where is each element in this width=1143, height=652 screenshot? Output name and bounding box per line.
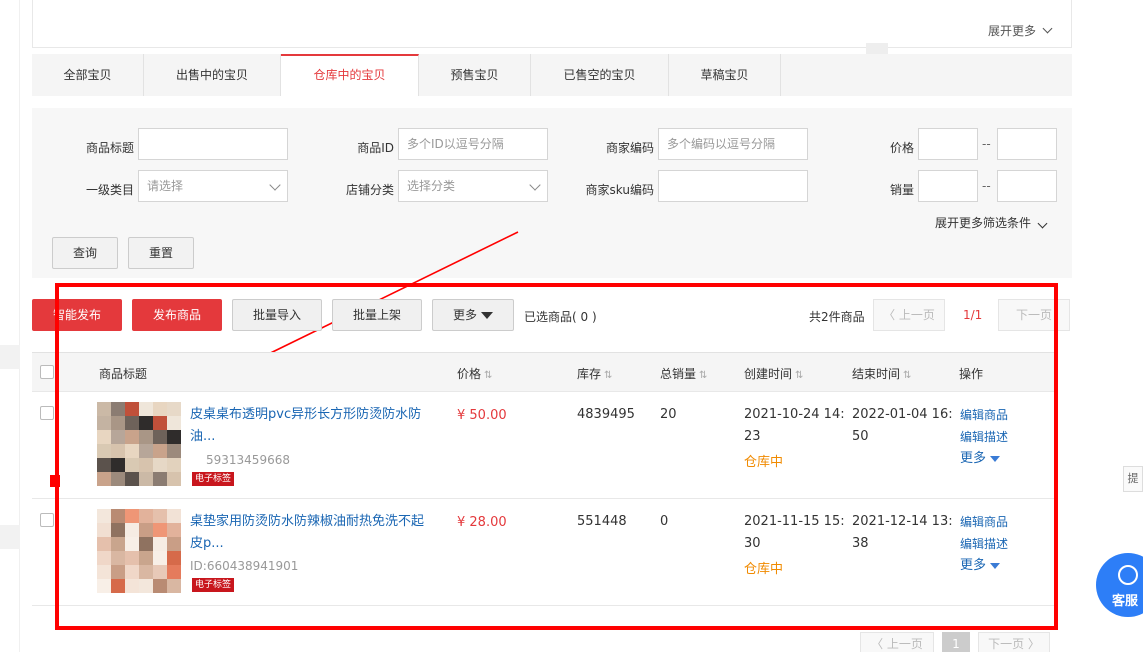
row-more-label: 更多 (960, 451, 987, 466)
product-title-line: 油... (190, 429, 216, 444)
sort-icon: ⇅ (795, 370, 804, 381)
next-page-button[interactable]: 下一页 (998, 299, 1070, 331)
edit-product-link[interactable]: 编辑商品 (960, 404, 1008, 426)
annotation-marker (50, 475, 60, 487)
caret-down-icon (481, 312, 493, 319)
publish-product-button[interactable]: 发布商品 (132, 299, 222, 331)
sort-icon: ⇅ (484, 370, 493, 381)
end-time-line: 2022-01-04 16: (852, 407, 953, 422)
product-price: ¥ 50.00 (457, 408, 507, 423)
end-time-line: 38 (852, 536, 869, 551)
created-time-line: 23 (744, 429, 761, 444)
col-actions: 操作 (959, 367, 984, 381)
feedback-tab[interactable]: 提 (1123, 466, 1143, 492)
col-ended-label: 结束时间 (852, 367, 901, 381)
product-id: ID:660438941901 (190, 559, 299, 573)
created-time-line: 2021-11-15 15: (744, 514, 845, 529)
smart-publish-button[interactable]: 智能发布 (32, 299, 122, 331)
total-count: 共2件商品 (809, 310, 865, 324)
bottom-prev-label: 上一页 (886, 637, 923, 651)
product-thumbnail[interactable] (97, 509, 181, 593)
created-time: 2021-11-15 15: 30 (744, 511, 845, 555)
bottom-next-page-button[interactable]: 下一页 〉 (978, 632, 1050, 652)
end-time: 2022-01-04 16: 50 (852, 404, 953, 448)
sort-icon: ⇅ (604, 370, 613, 381)
table-row: 桌垫家用防烫防水防辣椒油耐热免洗不起 皮p... ID:660438941901… (32, 499, 1056, 606)
col-ended[interactable]: 结束时间 ⇅ (852, 365, 911, 382)
product-title-line: 皮桌桌布透明pvc异形长方形防烫防水防 (190, 407, 422, 422)
created-time-line: 30 (744, 536, 761, 551)
product-sales: 20 (660, 407, 677, 422)
headset-icon (1118, 565, 1138, 585)
row-checkbox[interactable] (40, 513, 54, 527)
col-sales-label: 总销量 (660, 367, 697, 381)
status-badge: 仓库中 (744, 455, 784, 470)
bottom-next-label: 下一页 (988, 637, 1025, 651)
batch-import-button[interactable]: 批量导入 (232, 299, 322, 331)
end-time: 2021-12-14 13: 38 (852, 511, 953, 555)
status-badge: 仓库中 (744, 562, 784, 577)
e-label-badge: 电子标签 (192, 578, 235, 592)
product-stock: 551448 (577, 514, 627, 529)
col-stock-label: 库存 (577, 367, 602, 381)
prev-page-button[interactable]: 〈 上一页 (873, 299, 945, 331)
col-stock[interactable]: 库存 ⇅ (577, 365, 612, 382)
caret-down-icon (990, 455, 1001, 462)
selected-count: 已选商品( 0 ) (524, 310, 597, 324)
sort-icon: ⇅ (699, 370, 708, 381)
caret-down-icon (990, 562, 1001, 569)
select-all-checkbox[interactable] (40, 365, 54, 379)
table-row: 皮桌桌布透明pvc异形长方形防烫防水防 油... 59313459668 电子标… (32, 392, 1056, 499)
edit-description-link[interactable]: 编辑描述 (960, 533, 1008, 555)
page-indicator: 1/1 (963, 308, 982, 322)
product-sales: 0 (660, 514, 669, 529)
row-checkbox[interactable] (40, 406, 54, 420)
product-title-line: 皮p... (190, 536, 224, 551)
created-time-line: 2021-10-24 14: (744, 407, 845, 422)
col-title: 商品标题 (99, 367, 148, 381)
sort-icon: ⇅ (903, 370, 912, 381)
customer-service-label: 客服 (1112, 594, 1139, 609)
col-sales[interactable]: 总销量 ⇅ (660, 365, 707, 382)
product-id: 59313459668 (206, 453, 290, 467)
product-thumbnail[interactable] (97, 402, 181, 486)
chevron-left-icon: 〈 (871, 637, 887, 651)
end-time-line: 50 (852, 429, 869, 444)
more-actions-button[interactable]: 更多 (432, 299, 514, 331)
product-stock: 4839495 (577, 407, 635, 422)
end-time-line: 2021-12-14 13: (852, 514, 953, 529)
row-more-link[interactable]: 更多 (960, 448, 1001, 470)
more-actions-label: 更多 (452, 308, 477, 322)
product-title-link[interactable]: 皮桌桌布透明pvc异形长方形防烫防水防 油... (190, 404, 446, 448)
product-title-link[interactable]: 桌垫家用防烫防水防辣椒油耐热免洗不起 皮p... (190, 511, 446, 555)
row-more-label: 更多 (960, 558, 987, 573)
created-time: 2021-10-24 14: 23 (744, 404, 845, 448)
edit-product-link[interactable]: 编辑商品 (960, 511, 1008, 533)
batch-list-button[interactable]: 批量上架 (332, 299, 422, 331)
chevron-right-icon: 〉 (1024, 637, 1040, 651)
e-label-badge: 电子标签 (192, 472, 235, 486)
col-created-label: 创建时间 (744, 367, 793, 381)
col-price[interactable]: 价格 ⇅ (457, 365, 492, 382)
product-price: ¥ 28.00 (457, 515, 507, 530)
edit-description-link[interactable]: 编辑描述 (960, 426, 1008, 448)
col-created[interactable]: 创建时间 ⇅ (744, 365, 803, 382)
product-title-line: 桌垫家用防烫防水防辣椒油耐热免洗不起 (190, 514, 425, 529)
chevron-left-icon: 〈 (883, 308, 899, 322)
prev-page-label: 上一页 (898, 308, 935, 322)
next-page-label: 下一页 (1015, 308, 1052, 322)
table-header: 商品标题 价格 ⇅ 库存 ⇅ 总销量 ⇅ 创建时间 ⇅ 结束时间 ⇅ 操作 (32, 352, 1056, 392)
col-price-label: 价格 (457, 367, 482, 381)
row-more-link[interactable]: 更多 (960, 555, 1001, 577)
bottom-page-number[interactable]: 1 (942, 632, 970, 652)
bottom-prev-page-button[interactable]: 〈 上一页 (860, 632, 934, 652)
page-info-label: 1/1 (963, 308, 983, 322)
